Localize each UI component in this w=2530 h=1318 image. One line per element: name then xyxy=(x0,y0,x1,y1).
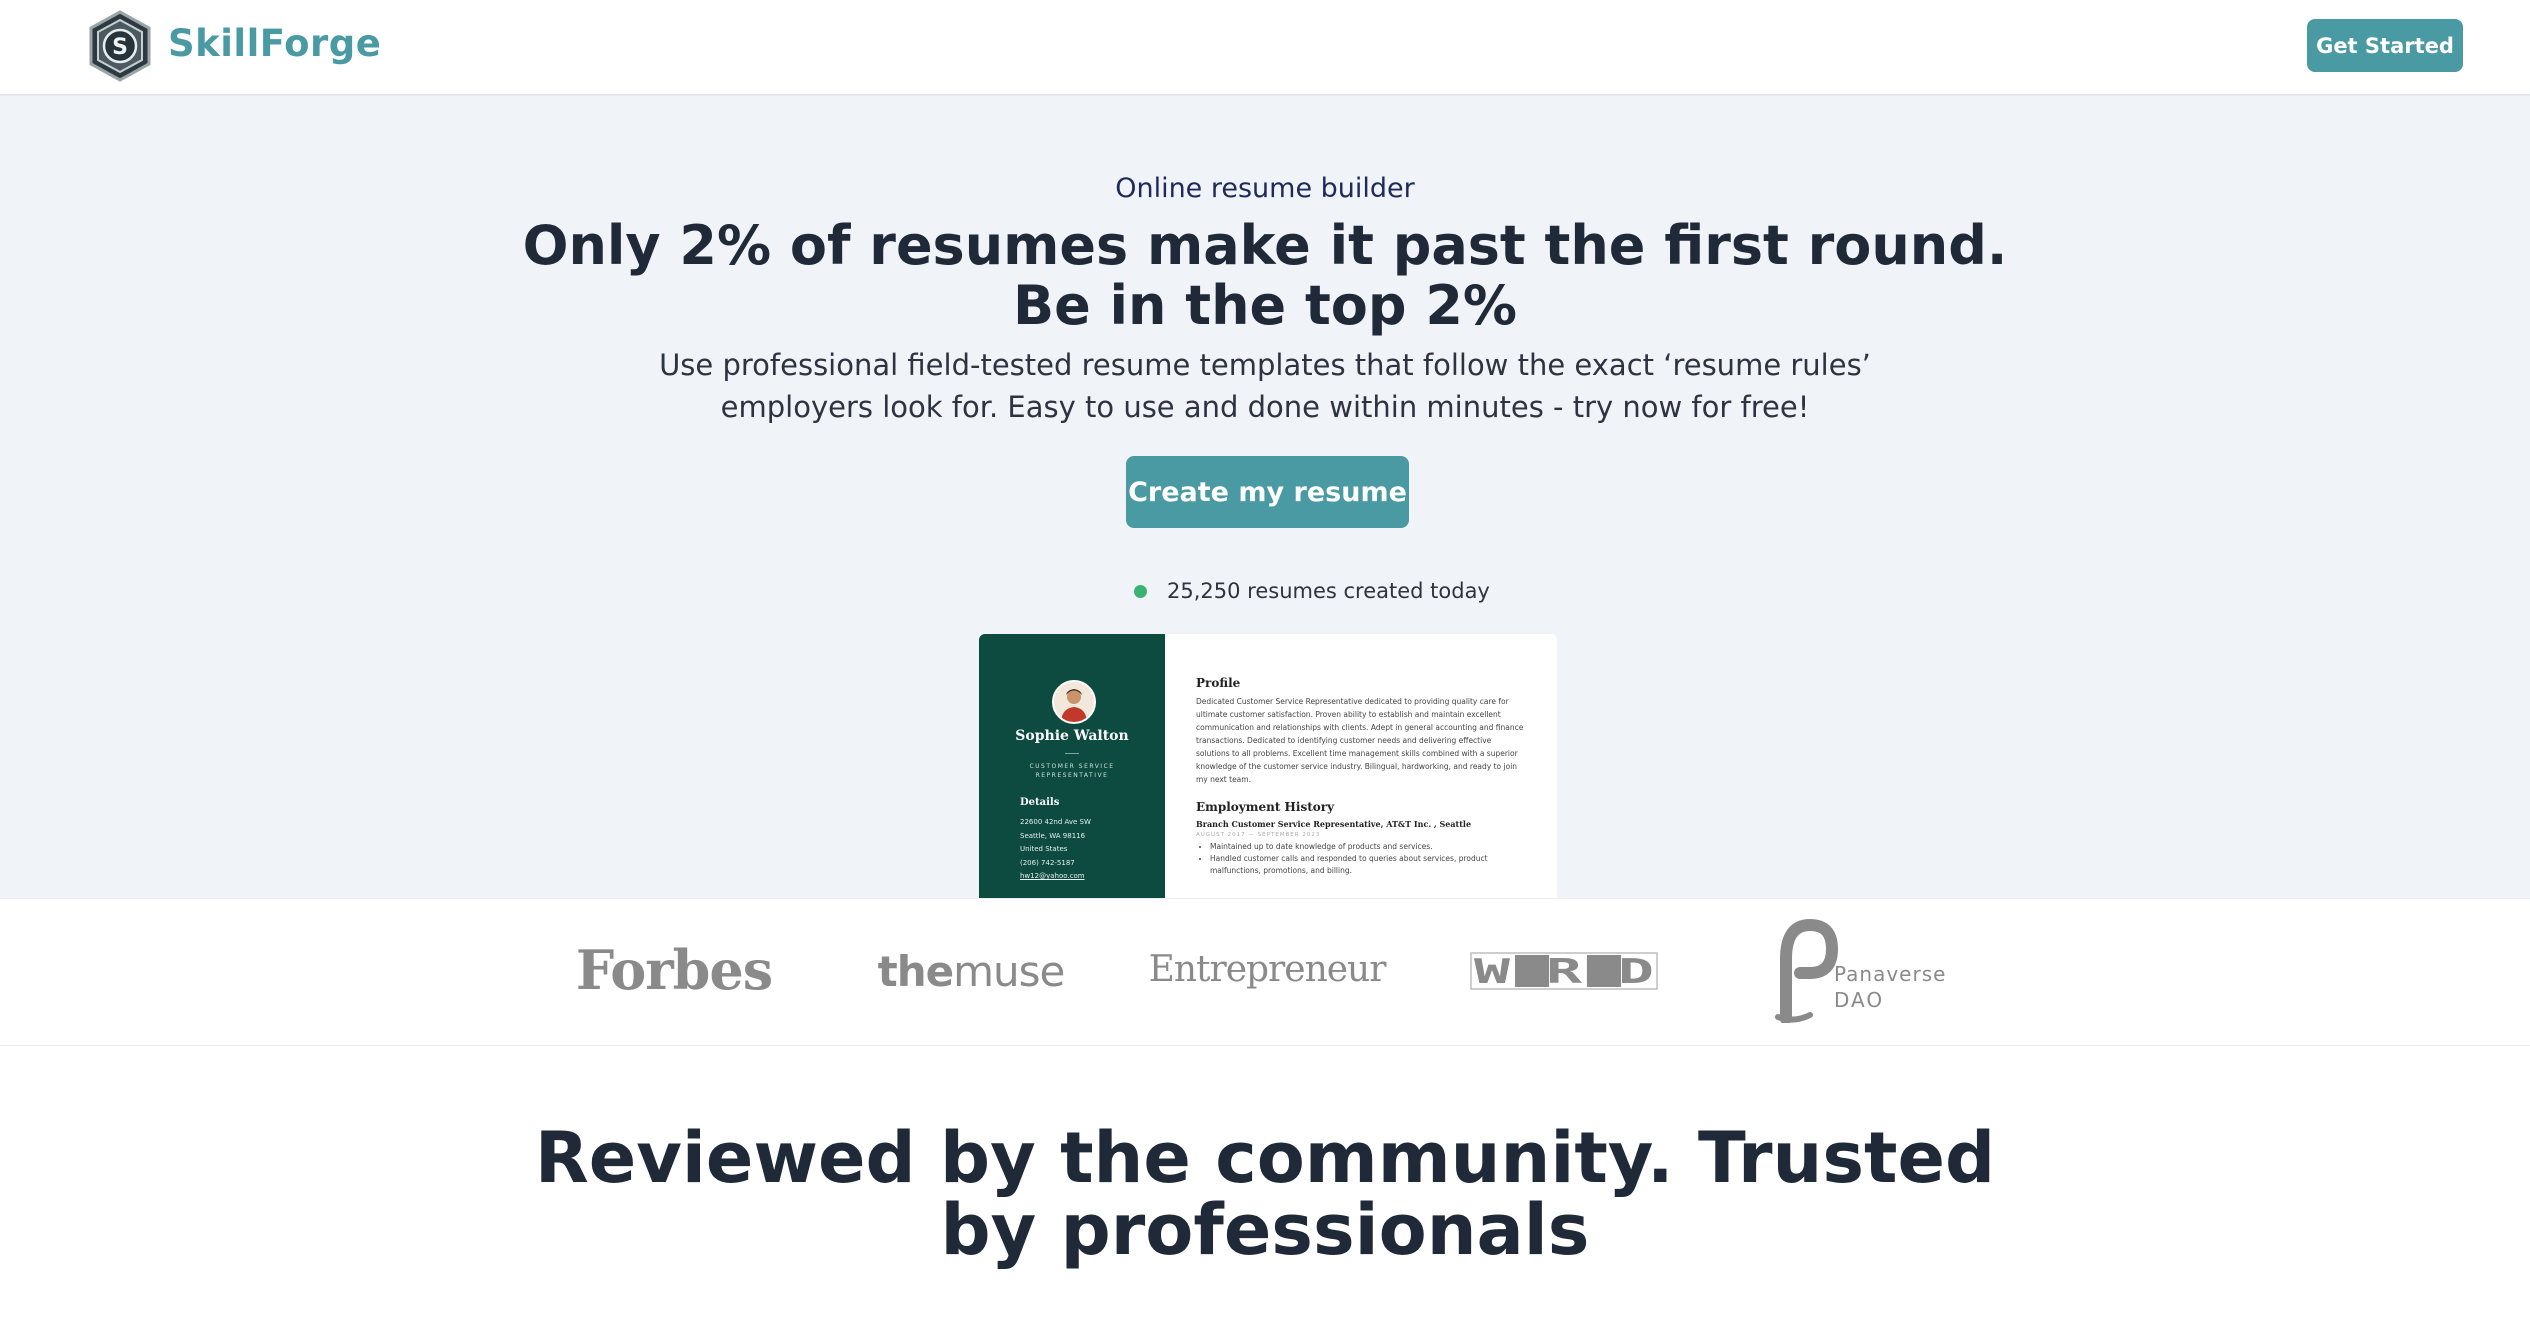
details-item: Seattle, WA 98116 xyxy=(1020,831,1086,840)
avatar xyxy=(1052,680,1096,724)
counter-text: 25,250 resumes created today xyxy=(1167,579,1490,603)
create-resume-button[interactable]: Create my resume xyxy=(1126,456,1409,528)
resume-role: CUSTOMER SERVICE REPRESENTATIVE xyxy=(979,762,1165,780)
list-item: Handled customer calls and responded to … xyxy=(1210,853,1526,877)
wired-logo: WIRED xyxy=(1470,952,1658,992)
hero-headline: Only 2% of resumes make it past the firs… xyxy=(0,216,2530,336)
panaverse-dao-logo: Panaverse DAO xyxy=(1775,919,1946,1023)
job-title: Branch Customer Service Representative, … xyxy=(1196,819,1472,829)
subhead-line-2: employers look for. Easy to use and done… xyxy=(720,390,1810,424)
svg-text:Panaverse: Panaverse xyxy=(1834,962,1946,986)
profile-text: Dedicated Customer Service Representativ… xyxy=(1196,697,1524,784)
get-started-button[interactable]: Get Started xyxy=(2307,19,2463,72)
job-bullets: Maintained up to date knowledge of produ… xyxy=(1196,841,1526,877)
resume-main: Profile Dedicated Customer Service Repre… xyxy=(1196,676,1526,877)
skillforge-logo-icon[interactable]: S xyxy=(84,10,156,82)
live-status-dot-icon xyxy=(1134,584,1147,598)
details-item: United States xyxy=(1020,845,1068,853)
hero-eyebrow: Online resume builder xyxy=(1115,173,1415,204)
profile-heading: Profile xyxy=(1196,676,1241,690)
employment-heading: Employment History xyxy=(1196,800,1335,814)
forbes-logo: Forbes xyxy=(575,938,773,1002)
job-dates: AUGUST 2017 — SEPTEMBER 2023 xyxy=(1196,832,1321,838)
muse-part-a: the xyxy=(877,946,954,996)
details-email: hw12@yahoo.com xyxy=(1020,872,1085,880)
hero-section: Online resume builder Only 2% of resumes… xyxy=(0,96,2530,898)
resume-counter: 25,250 resumes created today xyxy=(1134,576,1490,606)
svg-text:WIRED: WIRED xyxy=(1474,952,1654,992)
brand-name[interactable]: SkillForge xyxy=(168,22,381,65)
entrepreneur-logo: Entrepreneur xyxy=(1148,948,1387,990)
details-heading: Details xyxy=(1020,797,1060,808)
hero-subheading: Use professional field-tested resume tem… xyxy=(0,344,2530,428)
site-header: S SkillForge Get Started xyxy=(0,0,2530,96)
list-item: Maintained up to date knowledge of produ… xyxy=(1210,841,1526,853)
reviews-heading-line-1: Reviewed by the community. Trusted xyxy=(534,1117,1996,1199)
role-line-2: REPRESENTATIVE xyxy=(1035,772,1109,779)
headline-line-1: Only 2% of resumes make it past the firs… xyxy=(522,214,2008,277)
subhead-line-1: Use professional field-tested resume tem… xyxy=(659,348,1871,382)
resume-sidebar: Sophie Walton CUSTOMER SERVICE REPRESENT… xyxy=(979,634,1165,898)
resume-name: Sophie Walton xyxy=(1015,728,1129,744)
resume-preview: Sophie Walton CUSTOMER SERVICE REPRESENT… xyxy=(979,634,1557,898)
divider xyxy=(1065,753,1079,754)
reviews-heading-line-2: by professionals xyxy=(940,1189,1590,1271)
details-item: (206) 742-5187 xyxy=(1020,858,1075,867)
muse-part-b: muse xyxy=(953,946,1065,996)
themuse-logo: the muse xyxy=(876,945,1066,997)
role-line-1: CUSTOMER SERVICE xyxy=(1029,763,1115,770)
svg-text:S: S xyxy=(112,35,128,60)
details-list: 22600 42nd Ave SW Seattle, WA 98116 Unit… xyxy=(1020,816,1091,884)
press-logos-strip: Forbes the muse Entrepreneur WIRED Panave… xyxy=(0,898,2530,1046)
headline-line-2: Be in the top 2% xyxy=(1012,274,1518,337)
reviews-heading: Reviewed by the community. Trusted by pr… xyxy=(0,1122,2530,1266)
svg-text:DAO: DAO xyxy=(1834,988,1884,1012)
details-item: 22600 42nd Ave SW xyxy=(1020,818,1091,826)
